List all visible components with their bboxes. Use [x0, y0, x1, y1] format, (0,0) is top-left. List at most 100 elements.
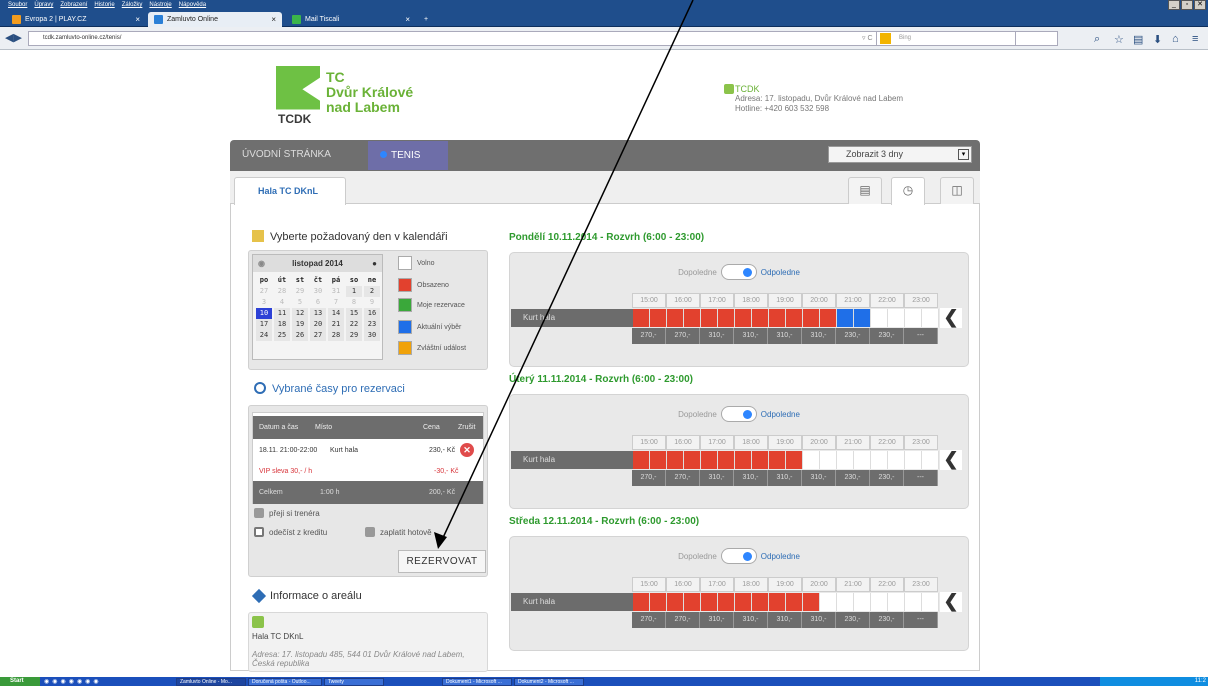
toggle-switch[interactable] — [720, 548, 757, 564]
time-slot[interactable] — [701, 593, 718, 611]
menu-history[interactable]: Historie — [94, 0, 114, 11]
time-slot[interactable] — [667, 593, 684, 611]
chevron-left-icon[interactable]: ❮ — [940, 450, 962, 470]
time-slot[interactable] — [803, 451, 820, 469]
time-slot[interactable] — [854, 451, 871, 469]
time-slot[interactable] — [667, 451, 684, 469]
close-tab-icon[interactable]: × — [271, 15, 276, 24]
prev-month-icon[interactable]: ◉ — [258, 255, 265, 272]
time-slot[interactable] — [718, 309, 735, 327]
time-slot[interactable] — [650, 451, 667, 469]
time-slot[interactable] — [905, 451, 922, 469]
calendar-day[interactable]: 4 — [273, 297, 291, 308]
time-slot[interactable] — [667, 309, 684, 327]
time-slot[interactable] — [837, 309, 854, 327]
view-days-select[interactable]: Zobrazit 3 dny ▾ — [828, 146, 972, 163]
chevron-left-icon[interactable]: ❮ — [940, 308, 962, 328]
calendar-day[interactable]: 31 — [327, 286, 345, 297]
time-slot[interactable] — [905, 309, 922, 327]
close-tab-icon[interactable]: × — [405, 15, 410, 24]
calendar-day[interactable]: 12 — [292, 308, 308, 319]
calendar-day[interactable]: 19 — [292, 319, 308, 330]
time-slot[interactable] — [718, 451, 735, 469]
table-view-icon[interactable]: ◫ — [940, 177, 974, 204]
taskbar-item-outlook[interactable]: Doručená pošta - Outloo... — [248, 678, 322, 686]
time-slot[interactable] — [854, 309, 871, 327]
nav-tenis-link[interactable]: TENIS — [368, 141, 448, 170]
calendar-day[interactable]: 27 — [255, 286, 273, 297]
browser-tab-zamluvto[interactable]: Zamluvto Online × — [148, 12, 282, 27]
search-input[interactable]: Bing — [876, 31, 1016, 46]
home-icon[interactable]: ⌂ — [1172, 33, 1179, 45]
time-slot[interactable] — [684, 451, 701, 469]
downloads-icon[interactable]: ⬇ — [1153, 33, 1162, 46]
time-slot[interactable] — [786, 451, 803, 469]
tab-hall-tc-dknl[interactable]: Hala TC DKnL — [234, 177, 346, 205]
time-slot[interactable] — [633, 309, 650, 327]
toggle-switch[interactable] — [720, 406, 757, 422]
close-tab-icon[interactable]: × — [135, 15, 140, 24]
cash-checkbox-row[interactable]: zaplatit hotově — [365, 527, 432, 537]
list-view-icon[interactable]: ▤ — [848, 177, 882, 204]
calendar-day[interactable]: 8 — [345, 297, 363, 308]
time-slot[interactable] — [735, 451, 752, 469]
taskbar-item-dokument2[interactable]: Dokument2 - Microsoft ... — [514, 678, 584, 686]
time-slot[interactable] — [837, 593, 854, 611]
calendar-day[interactable]: 15 — [346, 308, 362, 319]
time-slot[interactable] — [769, 451, 786, 469]
calendar-day[interactable]: 27 — [310, 330, 326, 341]
calendar-day[interactable]: 23 — [364, 319, 380, 330]
close-window-button[interactable]: ✕ — [1194, 0, 1206, 10]
credit-checkbox-row[interactable]: odečíst z kreditu — [254, 527, 327, 537]
time-slot[interactable] — [888, 451, 905, 469]
daypart-toggle[interactable]: Dopoledne Odpoledne — [509, 264, 969, 280]
calendar-day[interactable]: 14 — [328, 308, 344, 319]
calendar-day[interactable]: 16 — [364, 308, 380, 319]
taskbar-item-dokument1[interactable]: Dokument1 - Microsoft ... — [442, 678, 512, 686]
reload-icon[interactable]: ▿ C — [862, 34, 873, 42]
time-slot[interactable] — [684, 309, 701, 327]
time-slot[interactable] — [854, 593, 871, 611]
time-slot[interactable] — [769, 309, 786, 327]
cash-checkbox[interactable] — [365, 527, 375, 537]
time-slot[interactable] — [820, 593, 837, 611]
next-month-icon[interactable]: ● — [372, 255, 377, 272]
toggle-switch[interactable] — [720, 264, 757, 280]
calendar-day[interactable]: 21 — [328, 319, 344, 330]
time-slot[interactable] — [803, 309, 820, 327]
time-slot[interactable] — [820, 451, 837, 469]
time-slot[interactable] — [718, 593, 735, 611]
time-slot[interactable] — [735, 309, 752, 327]
calendar-day[interactable]: 1 — [346, 286, 362, 297]
time-slot[interactable] — [803, 593, 820, 611]
reserve-button[interactable]: REZERVOVAT — [398, 550, 486, 573]
hamburger-menu-icon[interactable]: ≡ — [1192, 33, 1198, 45]
calendar-day[interactable]: 24 — [256, 330, 272, 341]
time-slot[interactable] — [650, 309, 667, 327]
restore-button[interactable]: ▫ — [1181, 0, 1193, 10]
calendar-day[interactable]: 3 — [255, 297, 273, 308]
club-logo[interactable]: TCDK TC Dvůr Králové nad Labem — [276, 66, 426, 128]
calendar-day[interactable]: 29 — [291, 286, 309, 297]
browser-tab-evropa2[interactable]: Evropa 2 | PLAY.CZ × — [6, 12, 146, 27]
time-slot[interactable] — [820, 309, 837, 327]
menu-tools[interactable]: Nástroje — [149, 0, 171, 11]
calendar-day[interactable]: 28 — [328, 330, 344, 341]
time-slot[interactable] — [650, 593, 667, 611]
start-button[interactable]: Start — [0, 677, 40, 686]
credit-checkbox[interactable] — [254, 527, 264, 537]
calendar-day[interactable]: 5 — [291, 297, 309, 308]
trainer-checkbox-row[interactable]: přeji si trenéra — [254, 508, 320, 518]
menu-file[interactable]: Soubor — [8, 0, 27, 11]
nav-home-link[interactable]: ÚVODNÍ STRÁNKA — [242, 149, 331, 160]
time-slot[interactable] — [769, 593, 786, 611]
clock-view-icon[interactable]: ◷ — [891, 177, 925, 205]
calendar-day[interactable]: 10 — [256, 308, 272, 319]
chevron-left-icon[interactable]: ❮ — [940, 592, 962, 612]
time-slot[interactable] — [922, 309, 939, 327]
calendar-day[interactable]: 18 — [274, 319, 290, 330]
browser-tab-tiscali[interactable]: Mail Tiscali × — [286, 12, 416, 27]
time-slot[interactable] — [922, 593, 939, 611]
menu-help[interactable]: Nápověda — [179, 0, 206, 11]
time-slot[interactable] — [684, 593, 701, 611]
